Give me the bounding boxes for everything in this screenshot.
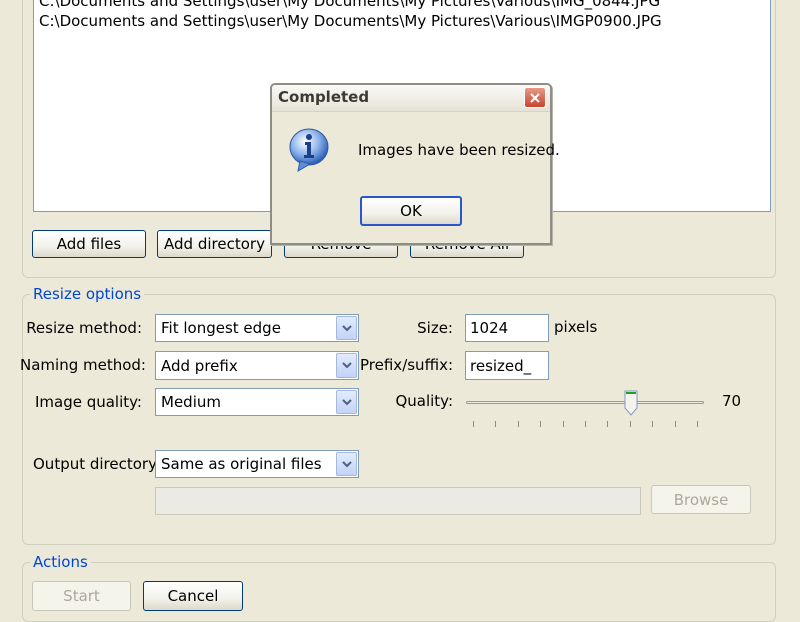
resize-options-legend: Resize options xyxy=(30,285,145,303)
cancel-button[interactable]: Cancel xyxy=(143,581,243,611)
chevron-down-icon[interactable] xyxy=(336,316,357,340)
prefix-suffix-input[interactable]: resized_ xyxy=(465,351,549,380)
chevron-down-icon[interactable] xyxy=(336,452,357,476)
dialog-message: Images have been resized. xyxy=(358,141,560,159)
slider-tick xyxy=(495,421,497,427)
slider-tick xyxy=(540,421,542,427)
ok-button[interactable]: OK xyxy=(360,196,462,226)
output-directory-value: Same as original files xyxy=(161,455,322,473)
output-directory-label: Output directory: xyxy=(33,455,161,473)
image-quality-value: Medium xyxy=(161,393,221,411)
naming-method-label: Naming method: xyxy=(20,356,146,374)
quality-label: Quality: xyxy=(395,392,453,410)
size-value: 1024 xyxy=(470,319,509,337)
actions-group xyxy=(22,562,776,622)
slider-tick xyxy=(629,421,631,427)
size-input[interactable]: 1024 xyxy=(465,314,549,342)
prefix-suffix-value: resized_ xyxy=(470,357,532,375)
output-directory-select[interactable]: Same as original files xyxy=(155,450,359,478)
quality-value: 70 xyxy=(722,392,742,410)
output-path-input[interactable] xyxy=(155,487,641,515)
start-button[interactable]: Start xyxy=(32,581,131,611)
dialog-titlebar[interactable]: Completed xyxy=(272,85,550,112)
chevron-down-icon[interactable] xyxy=(336,390,357,414)
add-directory-button[interactable]: Add directory xyxy=(157,230,272,258)
size-label: Size: xyxy=(417,319,453,337)
info-icon xyxy=(288,127,332,177)
quality-slider-thumb[interactable] xyxy=(624,390,638,416)
resize-method-select[interactable]: Fit longest edge xyxy=(155,314,359,342)
size-unit-label: pixels xyxy=(554,318,598,336)
actions-legend: Actions xyxy=(30,553,91,571)
slider-tick xyxy=(652,421,654,427)
slider-tick xyxy=(562,421,564,427)
completed-dialog: Completed Images have been resized. OK xyxy=(270,83,560,245)
add-files-button[interactable]: Add files xyxy=(32,230,146,258)
slider-tick xyxy=(607,421,609,427)
naming-method-select[interactable]: Add prefix xyxy=(155,351,359,380)
slider-tick xyxy=(473,421,474,427)
prefix-suffix-label: Prefix/suffix: xyxy=(360,356,453,374)
slider-tick xyxy=(697,421,698,427)
resize-method-label: Resize method: xyxy=(26,319,142,337)
image-quality-label: Image quality: xyxy=(34,393,142,411)
quality-slider-track[interactable] xyxy=(466,401,704,404)
dialog-title: Completed xyxy=(278,88,370,106)
slider-tick xyxy=(674,421,676,427)
resize-method-value: Fit longest edge xyxy=(161,319,281,337)
naming-method-value: Add prefix xyxy=(161,357,238,375)
image-quality-select[interactable]: Medium xyxy=(155,388,359,416)
browse-button[interactable]: Browse xyxy=(651,485,751,514)
slider-tick xyxy=(517,421,519,427)
slider-tick xyxy=(585,421,586,427)
close-icon[interactable] xyxy=(524,87,546,108)
